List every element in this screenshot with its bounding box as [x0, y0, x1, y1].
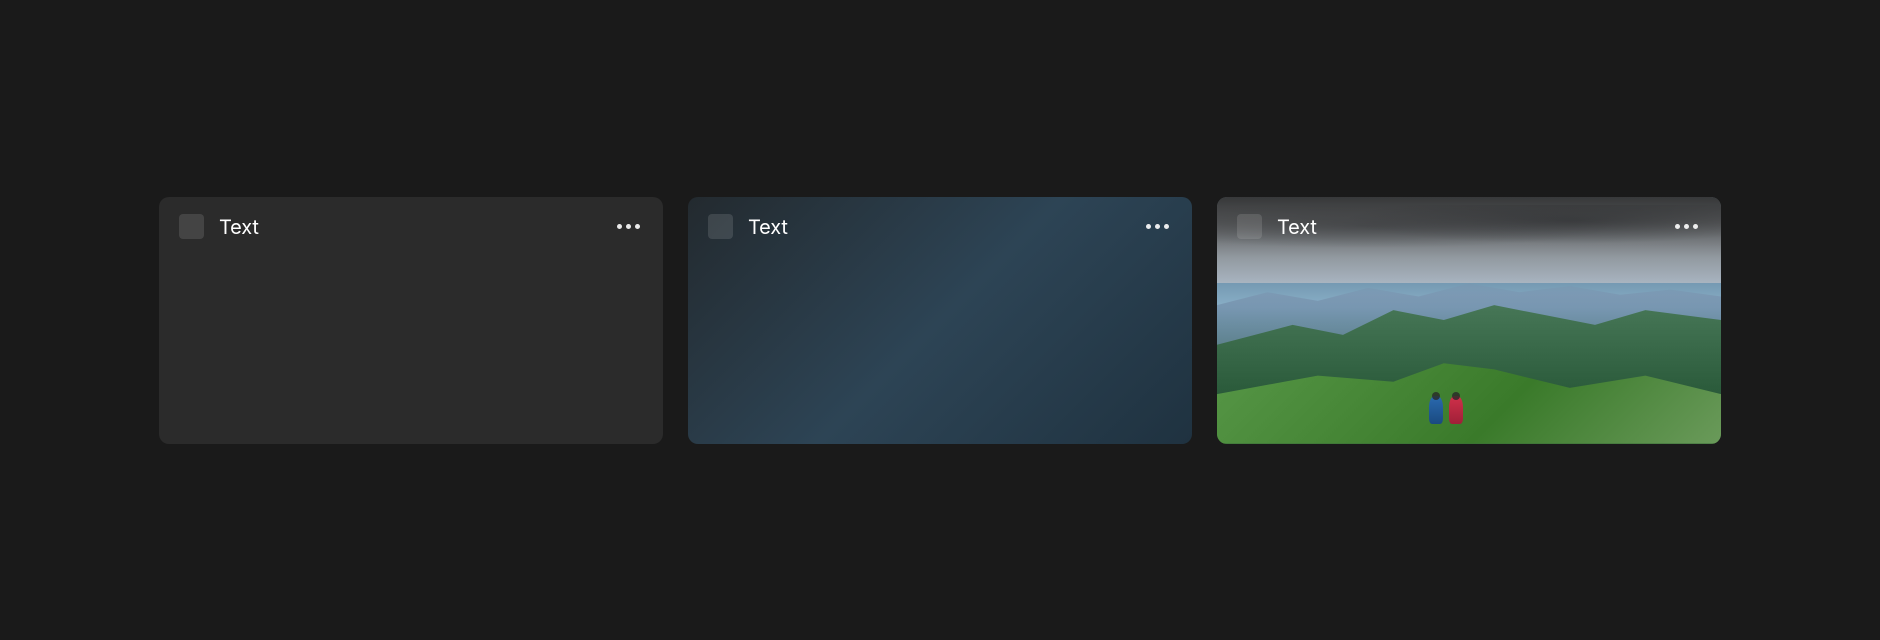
card-image[interactable]: Text	[1217, 197, 1721, 444]
placeholder-icon	[179, 214, 204, 239]
more-horizontal-icon	[1675, 224, 1698, 229]
more-horizontal-icon	[617, 224, 640, 229]
card-title: Text	[219, 215, 259, 239]
more-button[interactable]	[613, 212, 643, 242]
more-button[interactable]	[1671, 212, 1701, 242]
more-horizontal-icon	[1146, 224, 1169, 229]
card-gradient[interactable]: Text	[688, 197, 1192, 444]
placeholder-icon	[708, 214, 733, 239]
placeholder-icon	[1237, 214, 1262, 239]
card-title: Text	[1277, 215, 1317, 239]
card-header-left: Text	[1237, 214, 1317, 239]
card-header: Text	[159, 197, 663, 257]
card-title: Text	[748, 215, 788, 239]
more-button[interactable]	[1142, 212, 1172, 242]
card-header: Text	[688, 197, 1192, 257]
card-row: Text Text	[159, 197, 1721, 444]
card-header: Text	[1217, 197, 1721, 257]
card-header-left: Text	[179, 214, 259, 239]
card-header-left: Text	[708, 214, 788, 239]
card-plain[interactable]: Text	[159, 197, 663, 444]
